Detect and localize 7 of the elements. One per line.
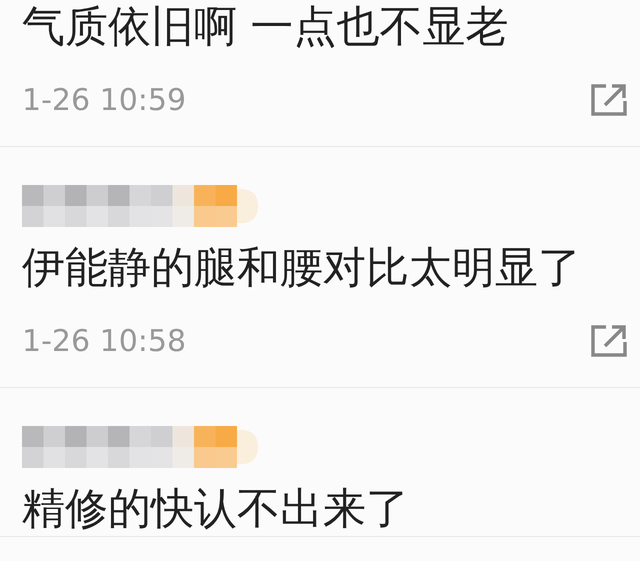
share-icon[interactable]	[590, 83, 628, 117]
comment-text: 伊能静的腿和腰对比太明显了	[22, 242, 582, 295]
comment-text: 精修的快认不出来了	[22, 483, 410, 536]
timestamp: 1-26 10:59	[22, 82, 186, 118]
share-icon[interactable]	[590, 324, 628, 358]
timestamp: 1-26 10:58	[22, 324, 186, 358]
comment-text: 气质依旧啊 一点也不显老	[22, 1, 510, 54]
